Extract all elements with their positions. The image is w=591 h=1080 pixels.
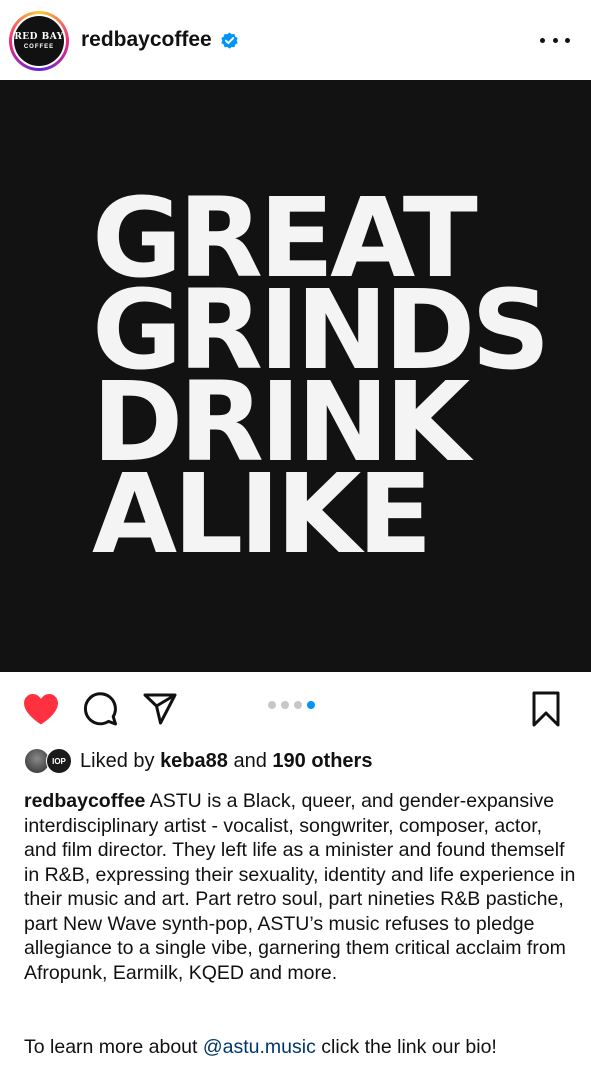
logo-line-1: RED BAY [14, 31, 64, 42]
cta-suffix: click the link our bio! [315, 1036, 497, 1058]
profile-avatar[interactable]: RED BAY COFFEE [9, 11, 69, 71]
likes-prefix: Liked by [80, 749, 161, 772]
liker-avatar: IOP [46, 748, 72, 774]
carousel-dot-active [307, 701, 315, 709]
bookmark-icon[interactable] [530, 690, 562, 728]
comment-icon[interactable] [82, 691, 118, 727]
cta-prefix: To learn more about [24, 1036, 203, 1058]
carousel-dot [281, 701, 289, 709]
post-caption: redbaycoffee ASTU is a Black, queer, and… [24, 789, 576, 985]
like-heart-icon[interactable] [22, 692, 60, 726]
caption-cta: To learn more about @astu.music click th… [24, 1035, 584, 1060]
likes-middle: and [227, 749, 273, 772]
post-username[interactable]: redbaycoffee [81, 28, 212, 52]
verified-badge-icon [221, 32, 238, 49]
likes-text: Liked by keba88 and 190 others [80, 750, 372, 773]
caption-username[interactable]: redbaycoffee [24, 790, 145, 812]
carousel-dot [268, 701, 276, 709]
share-icon[interactable] [142, 692, 178, 726]
post-image-text: GREAT GRINDS DRINK ALIKE [92, 183, 551, 578]
post-image[interactable]: GREAT GRINDS DRINK ALIKE [0, 80, 591, 672]
image-text-line-4: ALIKE [92, 450, 433, 578]
carousel-dot [294, 701, 302, 709]
logo-line-2: COFFEE [23, 43, 55, 50]
red-bay-coffee-logo: RED BAY COFFEE [14, 16, 64, 66]
post-actions-bar [0, 680, 591, 740]
caption-text: ASTU is a Black, queer, and gender-expan… [24, 790, 576, 984]
liker-username[interactable]: keba88 [160, 750, 228, 772]
likes-summary[interactable]: IOP Liked by keba88 and 190 others [24, 746, 372, 776]
post-header: RED BAY COFFEE redbaycoffee [0, 0, 591, 80]
carousel-indicator [268, 701, 315, 709]
mention-link[interactable]: @astu.music [203, 1036, 316, 1058]
more-options-icon[interactable] [540, 30, 570, 50]
liker-avatars: IOP [24, 747, 74, 775]
likes-others-link[interactable]: 190 others [272, 750, 372, 772]
